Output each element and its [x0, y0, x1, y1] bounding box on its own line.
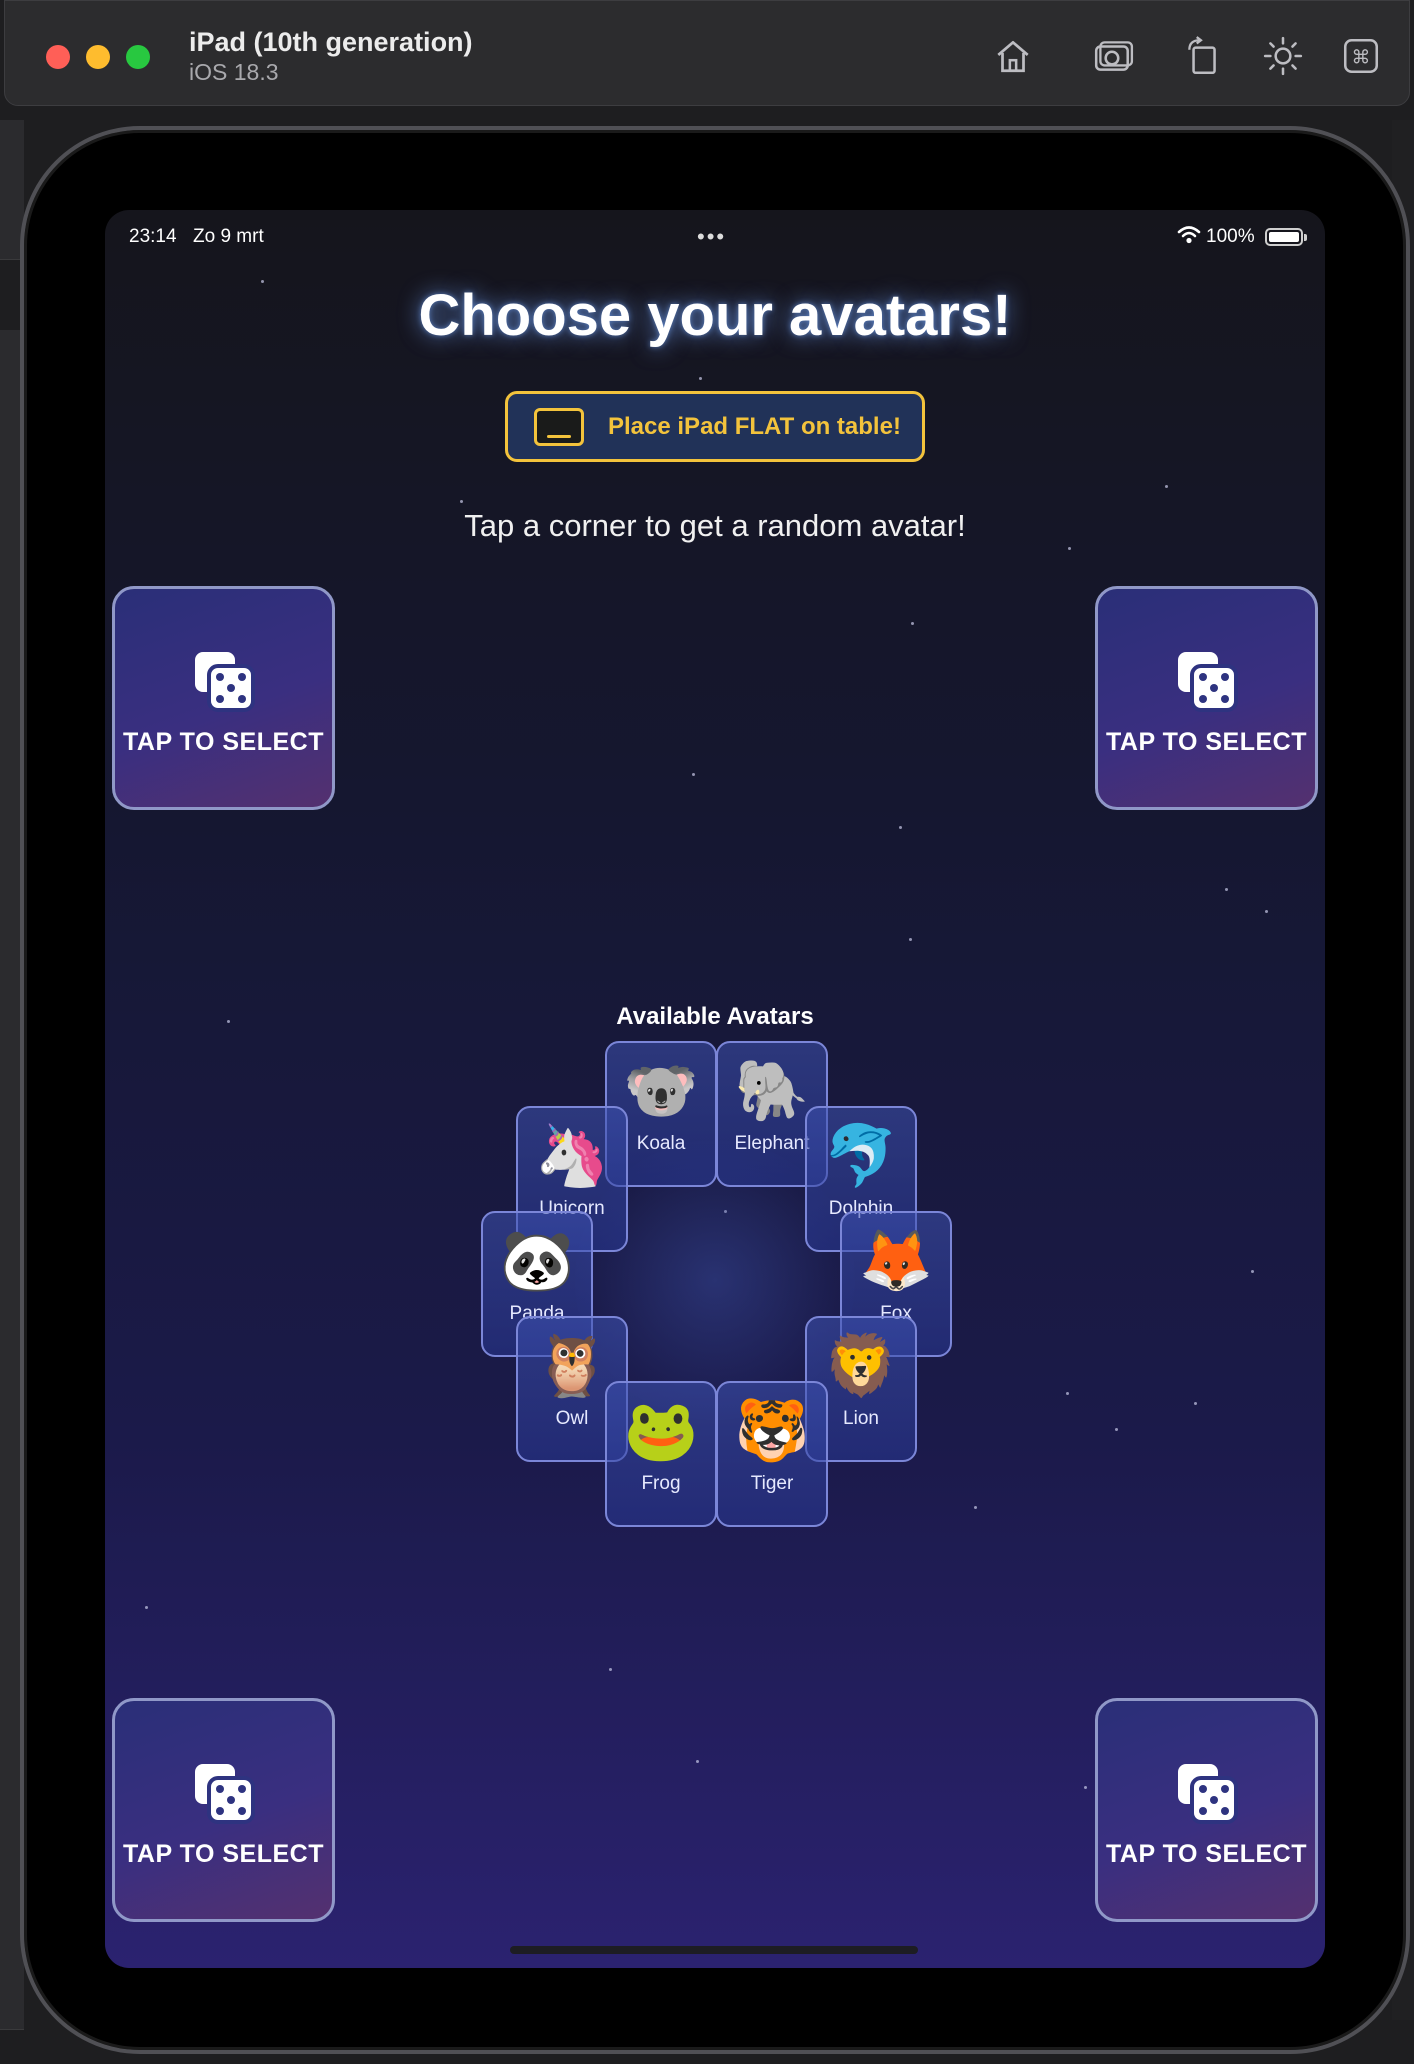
star-decoration — [974, 1506, 977, 1509]
available-avatars-title: Available Avatars — [616, 1003, 814, 1030]
corner-select-top-left[interactable]: TAP TO SELECT — [112, 586, 335, 810]
battery-percentage: 100% — [1206, 226, 1255, 247]
simulator-window: iPad (10th generation) iOS 18.3 ⌘ 23:14 … — [0, 0, 1414, 2064]
star-decoration — [1165, 485, 1168, 488]
avatar-tiger[interactable]: 🐯 Tiger — [716, 1381, 828, 1527]
screenshot-icon[interactable] — [1090, 33, 1136, 79]
close-window-button[interactable] — [46, 45, 70, 69]
device-name: iPad (10th generation) — [189, 27, 473, 57]
avatar-name: Tiger — [750, 1473, 794, 1494]
star-decoration — [1115, 1428, 1118, 1431]
svg-text:⌘: ⌘ — [1352, 46, 1371, 68]
corner-label: TAP TO SELECT — [123, 1839, 324, 1868]
corner-label: TAP TO SELECT — [1106, 727, 1307, 756]
star-decoration — [696, 1760, 699, 1763]
instruction-text: Tap a corner to get a random avatar! — [464, 508, 966, 543]
zoom-window-button[interactable] — [126, 45, 150, 69]
avatar-name: Koala — [636, 1133, 686, 1154]
corner-label: TAP TO SELECT — [1106, 1839, 1307, 1868]
dice-icon — [194, 651, 255, 712]
tiger-icon: 🐯 — [734, 1396, 810, 1466]
owl-icon: 🦉 — [534, 1331, 610, 1401]
status-date: Zo 9 mrt — [193, 226, 264, 247]
multitasking-dots-icon[interactable]: ••• — [697, 224, 726, 250]
star-decoration — [1066, 1392, 1069, 1395]
appearance-icon[interactable] — [1260, 33, 1306, 79]
fox-icon: 🦊 — [858, 1226, 934, 1296]
star-decoration — [145, 1606, 148, 1609]
dice-icon — [1177, 1763, 1238, 1824]
unicorn-icon: 🦄 — [534, 1121, 610, 1191]
home-indicator[interactable] — [510, 1946, 918, 1954]
star-decoration — [609, 1668, 612, 1671]
simulator-titlebar: iPad (10th generation) iOS 18.3 ⌘ — [4, 0, 1410, 106]
status-time: 23:14 — [129, 226, 177, 247]
corner-select-bottom-left[interactable]: TAP TO SELECT — [112, 1698, 335, 1922]
rotate-icon[interactable] — [1180, 33, 1226, 79]
star-decoration — [1225, 888, 1228, 891]
corner-select-bottom-right[interactable]: TAP TO SELECT — [1095, 1698, 1318, 1922]
koala-icon: 🐨 — [623, 1056, 699, 1126]
banner-text: Place iPad FLAT on table! — [608, 412, 901, 440]
battery-icon — [1265, 228, 1307, 246]
corner-label: TAP TO SELECT — [123, 727, 324, 756]
keyboard-command-icon[interactable]: ⌘ — [1338, 33, 1384, 79]
place-flat-banner: Place iPad FLAT on table! — [505, 391, 925, 462]
dice-icon — [1177, 651, 1238, 712]
panda-icon: 🐼 — [499, 1226, 575, 1296]
minimize-window-button[interactable] — [86, 45, 110, 69]
avatar-name: Owl — [555, 1408, 589, 1429]
ipad-flat-icon — [534, 407, 584, 446]
avatar-frog[interactable]: 🐸 Frog — [605, 1381, 717, 1527]
elephant-icon: 🐘 — [734, 1056, 810, 1126]
star-decoration — [911, 622, 914, 625]
star-decoration — [692, 773, 695, 776]
star-decoration — [460, 500, 463, 503]
os-version: iOS 18.3 — [189, 59, 279, 85]
star-decoration — [899, 826, 902, 829]
avatar-name: Frog — [641, 1473, 681, 1494]
frog-icon: 🐸 — [623, 1396, 699, 1466]
lion-icon: 🦁 — [823, 1331, 899, 1401]
star-decoration — [1194, 1402, 1197, 1405]
dolphin-icon: 🐬 — [823, 1121, 899, 1191]
star-decoration — [1084, 1786, 1087, 1789]
wifi-icon — [1177, 226, 1201, 244]
star-decoration — [1068, 547, 1071, 550]
dice-icon — [194, 1763, 255, 1824]
avatar-name: Lion — [843, 1408, 879, 1429]
page-title: Choose your avatars! — [418, 283, 1012, 348]
ipad-screen: 23:14 Zo 9 mrt ••• 100% Choose your avat… — [105, 210, 1325, 1968]
star-decoration — [1251, 1270, 1254, 1273]
star-decoration — [699, 377, 702, 380]
star-decoration — [909, 938, 912, 941]
home-icon[interactable] — [990, 33, 1036, 79]
star-decoration — [1265, 910, 1268, 913]
avatar-name: Elephant — [734, 1133, 810, 1154]
corner-select-top-right[interactable]: TAP TO SELECT — [1095, 586, 1318, 810]
status-bar: 23:14 Zo 9 mrt ••• 100% — [105, 218, 1325, 258]
